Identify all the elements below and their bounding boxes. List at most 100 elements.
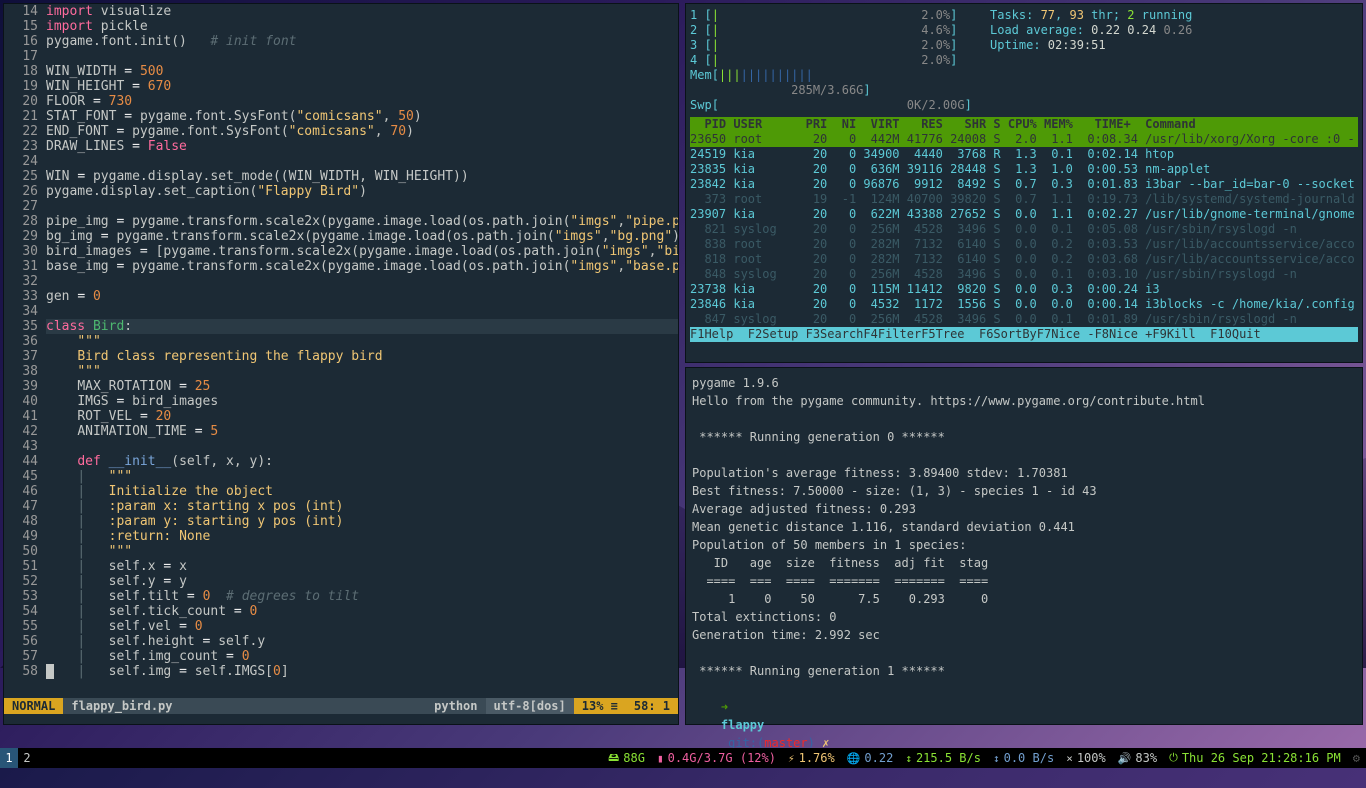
process-row[interactable]: 373 root 19 -1 124M 40700 39820 S 0.7 1.… (690, 192, 1358, 207)
vim-encoding: utf-8[dos] (486, 698, 574, 714)
code-line[interactable]: pipe_img = pygame.transform.scale2x(pyga… (46, 214, 678, 229)
code-line[interactable]: | """ (46, 469, 678, 484)
code-line[interactable]: | :return: None (46, 529, 678, 544)
statusbar-item[interactable]: ⏻Thu 26 Sep 21:28:16 PM (1163, 749, 1347, 768)
process-row[interactable]: 23907 kia 20 0 622M 43388 27652 S 0.0 1.… (690, 207, 1358, 222)
code-line[interactable]: END_FONT = pygame.font.SysFont("comicsan… (46, 124, 678, 139)
process-row[interactable]: 23846 kia 20 0 4532 1172 1556 S 0.0 0.0 … (690, 297, 1358, 312)
terminal-pane[interactable]: pygame 1.9.6Hello from the pygame commun… (686, 368, 1362, 724)
process-row[interactable]: 818 root 20 0 282M 7132 6140 S 0.0 0.2 0… (690, 252, 1358, 267)
statusbar-item[interactable]: ⚡1.76% (782, 749, 841, 768)
shell-prompt[interactable]: ➜ flappy git:(master) ✗ (692, 680, 1356, 788)
code-line[interactable]: | :param y: starting y pos (int) (46, 514, 678, 529)
htop-process-list[interactable]: 23650 root 20 0 442M 41776 24008 S 2.0 1… (690, 132, 1358, 327)
code-line[interactable]: | self.img_count = 0 (46, 649, 678, 664)
code-line[interactable]: MAX_ROTATION = 25 (46, 379, 678, 394)
code-area[interactable]: import visualizeimport picklepygame.font… (46, 4, 678, 699)
statusbar-item[interactable]: ↕215.5 B/s (899, 749, 987, 768)
code-line[interactable]: | self.height = self.y (46, 634, 678, 649)
code-line[interactable]: STAT_FONT = pygame.font.SysFont("comicsa… (46, 109, 678, 124)
status-icon: ▮ (657, 752, 664, 765)
code-line[interactable]: import visualize (46, 4, 678, 19)
code-line[interactable]: pygame.display.set_caption("Flappy Bird"… (46, 184, 678, 199)
terminal-output-line: Mean genetic distance 1.116, standard de… (692, 518, 1356, 536)
prompt-dir: flappy (721, 718, 764, 732)
vim-filename: flappy_bird.py (63, 698, 426, 714)
statusbar-item[interactable]: ↕0.0 B/s (987, 749, 1060, 768)
code-line[interactable] (46, 274, 678, 289)
statusbar-item[interactable]: ×100% (1060, 749, 1112, 768)
code-line[interactable]: """ (46, 334, 678, 349)
swap-meter: Swp[ 0K/2.00G] (690, 98, 990, 113)
workspace-switcher[interactable]: 12 (0, 748, 36, 768)
code-line[interactable]: class Bird: (46, 319, 678, 334)
code-line[interactable]: | Initialize the object (46, 484, 678, 499)
code-line[interactable]: pygame.font.init() # init font (46, 34, 678, 49)
process-row[interactable]: 23738 kia 20 0 115M 11412 9820 S 0.0 0.3… (690, 282, 1358, 297)
statusbar-item[interactable]: 🌐0.22 (841, 749, 900, 768)
process-row[interactable]: 848 syslog 20 0 256M 4528 3496 S 0.0 0.1… (690, 267, 1358, 282)
process-row[interactable]: 847 syslog 20 0 256M 4528 3496 S 0.0 0.1… (690, 312, 1358, 327)
process-row[interactable]: 821 syslog 20 0 256M 4528 3496 S 0.0 0.1… (690, 222, 1358, 237)
code-line[interactable]: base_img = pygame.transform.scale2x(pyga… (46, 259, 678, 274)
status-icon: 🖴 (608, 749, 619, 768)
code-line[interactable]: gen = 0 (46, 289, 678, 304)
terminal-output-line (692, 446, 1356, 464)
code-line[interactable]: FLOOR = 730 (46, 94, 678, 109)
process-row[interactable]: 24519 kia 20 0 34900 4440 3768 R 1.3 0.1… (690, 147, 1358, 162)
code-line[interactable]: IMGS = bird_images (46, 394, 678, 409)
code-line[interactable] (46, 439, 678, 454)
process-row[interactable]: 23842 kia 20 0 96876 9912 8492 S 0.7 0.3… (690, 177, 1358, 192)
terminal-output-line (692, 644, 1356, 662)
code-line[interactable]: | :param x: starting x pos (int) (46, 499, 678, 514)
code-line[interactable]: """ (46, 364, 678, 379)
terminal-output-line: Population of 50 members in 1 species: (692, 536, 1356, 554)
code-line[interactable]: | self.tilt = 0 # degrees to tilt (46, 589, 678, 604)
code-line[interactable] (46, 304, 678, 319)
htop-function-keys[interactable]: F1Help F2Setup F3SearchF4FilterF5Tree F6… (690, 327, 1358, 342)
code-line[interactable]: bg_img = pygame.transform.scale2x(pygame… (46, 229, 678, 244)
code-line[interactable]: | self.tick_count = 0 (46, 604, 678, 619)
terminal-output-line: ==== === ==== ======= ======= ==== (692, 572, 1356, 590)
code-line[interactable] (46, 199, 678, 214)
code-line[interactable]: ROT_VEL = 20 (46, 409, 678, 424)
code-line[interactable]: WIN = pygame.display.set_mode((WIN_WIDTH… (46, 169, 678, 184)
code-line[interactable]: DRAW_LINES = False (46, 139, 678, 154)
workspace-button[interactable]: 2 (18, 748, 36, 768)
code-line[interactable]: WIN_WIDTH = 500 (46, 64, 678, 79)
code-line[interactable]: bird_images = [pygame.transform.scale2x(… (46, 244, 678, 259)
code-line[interactable]: def __init__(self, x, y): (46, 454, 678, 469)
code-line[interactable]: | self.vel = 0 (46, 619, 678, 634)
terminal-output-line: Best fitness: 7.50000 - size: (1, 3) - s… (692, 482, 1356, 500)
code-line[interactable]: | """ (46, 544, 678, 559)
code-line[interactable]: ANIMATION_TIME = 5 (46, 424, 678, 439)
code-line[interactable]: Bird class representing the flappy bird (46, 349, 678, 364)
code-line[interactable]: | self.img = self.IMGS[0] (46, 664, 678, 679)
status-icon: 🌐 (847, 752, 861, 765)
htop-pane[interactable]: 1 [| 2.0%] 2 [| 4.6%] 3 [| 2.0%] 4 [| 2.… (686, 4, 1362, 362)
statusbar-item[interactable]: ▮0.4G/3.7G (12%) (651, 749, 782, 768)
statusbar-item[interactable]: 🖴88G (602, 749, 651, 768)
process-row[interactable]: 23650 root 20 0 442M 41776 24008 S 2.0 1… (690, 132, 1358, 147)
statusbar-item[interactable]: 🔊83% (1112, 749, 1163, 768)
status-icon: 🔊 (1118, 752, 1132, 765)
prompt-arrow-icon: ➜ (721, 700, 735, 714)
code-line[interactable] (46, 49, 678, 64)
code-line[interactable]: import pickle (46, 19, 678, 34)
code-line[interactable]: WIN_HEIGHT = 670 (46, 79, 678, 94)
i3-statusbar[interactable]: 12 🖴88G▮0.4G/3.7G (12%)⚡1.76%🌐0.22↕215.5… (0, 748, 1366, 768)
vim-filetype: python (426, 698, 485, 714)
code-line[interactable]: | self.x = x (46, 559, 678, 574)
htop-columns[interactable]: PID USER PRI NI VIRT RES SHR S CPU% MEM%… (690, 117, 1358, 132)
process-row[interactable]: 23835 kia 20 0 636M 39116 28448 S 1.3 1.… (690, 162, 1358, 177)
cpu-meter: 3 [| 2.0%] (690, 38, 990, 53)
htop-info: Tasks: 77, 93 thr; 2 running Load averag… (990, 8, 1192, 113)
editor-pane[interactable]: 1415161718192021222324252627282930313233… (4, 4, 678, 724)
terminal-output-line: ****** Running generation 1 ****** (692, 662, 1356, 680)
code-line[interactable] (46, 154, 678, 169)
workspace-button[interactable]: 1 (0, 748, 18, 768)
tray-icon[interactable]: ⚙ (1347, 751, 1366, 765)
process-row[interactable]: 838 root 20 0 282M 7132 6140 S 0.0 0.2 0… (690, 237, 1358, 252)
code-line[interactable]: | self.y = y (46, 574, 678, 589)
htop-meters: 1 [| 2.0%] 2 [| 4.6%] 3 [| 2.0%] 4 [| 2.… (690, 8, 990, 113)
